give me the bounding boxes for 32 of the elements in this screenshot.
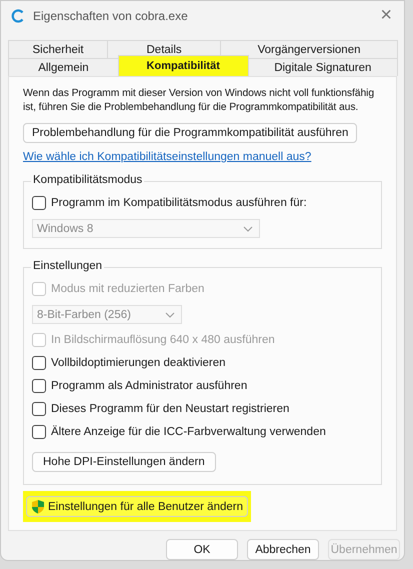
troubleshoot-button[interactable]: Problembehandlung für die Programmkompatibilität ausführen (23, 123, 358, 143)
description-text: Wenn das Programm mit dieser Version von Windows nicht voll funktionsfähig ist, führen Sie die Problembehandlung für die Programmkompatibilität aus. (23, 87, 376, 115)
checkbox-label: Vollbildoptimierungen deaktivieren (51, 357, 226, 369)
checkbox-label: Ältere Anzeige für die ICC-Farbverwaltung verwenden (51, 426, 326, 438)
checkbox[interactable] (32, 379, 46, 393)
checkbox-label: In Bildschirmauflösung 640 x 480 ausführen (51, 334, 275, 346)
tab[interactable]: Digitale Signaturen (248, 58, 398, 76)
shield-icon (31, 499, 45, 514)
group-title: Kompatibilitätsmodus (31, 174, 144, 186)
chevron-icon (243, 226, 253, 232)
checkbox-label: Programm als Administrator ausführen (51, 380, 248, 392)
checkbox-label: Dieses Programm für den Neustart registrieren (51, 403, 290, 415)
tab[interactable]: Sicherheit (8, 40, 108, 58)
help-link[interactable]: Wie wähle ich Kompatibilitätseinstellungen manuell aus? (23, 151, 312, 163)
app-icon (11, 8, 25, 22)
checkbox[interactable] (32, 425, 46, 439)
dialog-button[interactable]: OK (166, 539, 238, 560)
checkbox-label: Modus mit reduzierten Farben (51, 283, 204, 295)
checkbox-label: Programm im Kompatibilitätsmodus ausführen für: (51, 197, 307, 209)
chevron-icon (165, 312, 175, 318)
close-button[interactable]: × (374, 4, 398, 27)
all-users-button[interactable]: Einstellungen für alle Benutzer ändern (26, 496, 248, 517)
tab[interactable]: Vorgängerversionen (220, 40, 398, 58)
tab[interactable]: Kompatibilität (118, 55, 249, 76)
group-title: Einstellungen (31, 260, 104, 272)
checkbox[interactable] (32, 356, 46, 370)
checkbox[interactable] (32, 402, 46, 416)
dpi-button[interactable]: Hohe DPI-Einstellungen ändern (32, 452, 216, 472)
window-title: Eigenschaften von cobra.exe (33, 8, 189, 22)
tab[interactable]: Allgemein (8, 58, 119, 76)
dialog-button[interactable]: Abbrechen (247, 539, 319, 560)
checkbox[interactable] (32, 196, 46, 210)
